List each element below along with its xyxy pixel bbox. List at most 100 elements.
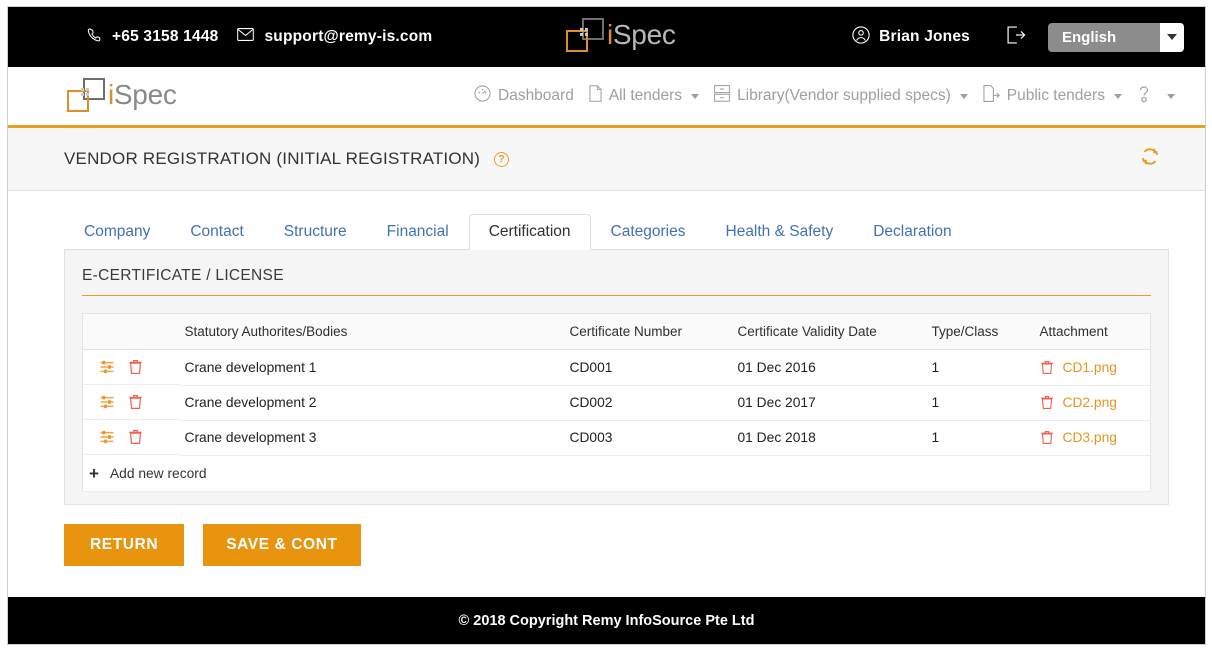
tab-health-safety[interactable]: Health & Safety [706,214,854,250]
nav-item-public-tenders[interactable]: Public tenders [983,85,1122,107]
trash-icon[interactable] [128,429,143,445]
screenshot-root: +65 3158 1448 support@remy-is.com iSpec … [0,0,1212,651]
tab-financial[interactable]: Financial [367,214,469,250]
dashboard-gauge-icon [474,85,491,107]
tab-company[interactable]: Company [64,214,170,250]
page-content: VENDOR REGISTRATION (INITIAL REGISTRATIO… [8,128,1205,597]
help-question-icon [1137,85,1151,108]
tab-contact[interactable]: Contact [170,214,263,250]
nav-links: Dashboard All tenders Library(Vendor sup… [474,67,1175,125]
add-new-record-button[interactable]: + Add new record [89,465,207,482]
trash-icon[interactable] [1040,360,1054,375]
browser-page: +65 3158 1448 support@remy-is.com iSpec … [7,6,1206,645]
tab-categories[interactable]: Categories [591,214,706,250]
cell-validity-date: 01 Dec 2016 [731,349,926,386]
row-actions [83,350,179,385]
sliders-settings-icon[interactable] [99,429,115,445]
logout-icon [1006,25,1026,49]
table-body: Crane development 1 CD001 01 Dec 2016 1 … [82,349,1151,492]
nav-label-library: Library(Vendor supplied specs) [737,87,951,104]
attachment-link[interactable]: CD3.png [1063,430,1117,445]
col-header-certificate-number: Certificate Number [563,313,732,350]
cell-validity-date: 01 Dec 2017 [731,385,926,421]
row-actions [83,420,179,455]
cell-attachment: CD3.png [1033,420,1151,456]
save-and-continue-button[interactable]: SAVE & CONT [203,523,361,566]
cell-certificate-number: CD003 [563,420,732,456]
logout-button[interactable] [1006,25,1026,49]
library-drawers-icon [714,85,731,107]
page-title-text: VENDOR REGISTRATION (INITIAL REGISTRATIO… [64,149,481,168]
cell-certificate-number: CD002 [563,385,732,421]
nav-item-dashboard[interactable]: Dashboard [474,85,574,107]
chevron-down-icon [959,93,968,99]
ispec-logo-mark-nav [67,78,105,112]
cell-authority: Crane development 1 [178,349,564,386]
language-select[interactable]: English [1048,22,1184,52]
add-new-record-label: Add new record [109,465,207,481]
add-new-record-row[interactable]: + Add new record [82,455,1151,492]
table-row: Crane development 3 CD003 01 Dec 2018 1 … [83,420,1151,456]
user-account[interactable]: Brian Jones [852,25,970,49]
col-header-actions [82,313,179,350]
sliders-settings-icon[interactable] [99,394,115,410]
language-dropdown-button[interactable] [1160,22,1184,52]
cell-type-class: 1 [925,420,1034,456]
nav-label-public-tenders: Public tenders [1006,87,1105,104]
user-name: Brian Jones [879,28,970,45]
tab-structure[interactable]: Structure [264,214,367,250]
page-title: VENDOR REGISTRATION (INITIAL REGISTRATIO… [64,149,510,169]
row-actions [83,385,179,420]
navbar-logo[interactable]: iSpec [67,78,177,112]
trash-icon[interactable] [128,394,143,410]
logo-word-spec: Spec [612,19,676,50]
support-email[interactable]: support@remy-is.com [264,28,432,46]
chevron-down-icon [1166,93,1175,99]
cell-validity-date: 01 Dec 2018 [731,420,926,456]
nav-item-library[interactable]: Library(Vendor supplied specs) [714,85,968,107]
sliders-settings-icon[interactable] [99,359,115,375]
col-header-authority: Statutory Authorites/Bodies [178,313,564,350]
trash-icon[interactable] [128,359,143,375]
topbar-logo[interactable]: iSpec [566,18,676,52]
cell-type-class: 1 [925,349,1034,386]
ispec-logo-mark [566,18,604,52]
attachment-link[interactable]: CD1.png [1063,360,1117,375]
cell-type-class: 1 [925,385,1034,421]
logo-word-spec: Spec [113,79,177,110]
ispec-logo-text-nav: iSpec [108,81,177,109]
logo-dots [81,88,91,100]
attachment-link[interactable]: CD2.png [1063,395,1117,410]
cell-certificate-number: CD001 [563,349,732,386]
table-row: Crane development 2 CD002 01 Dec 2017 1 … [83,385,1151,421]
return-button[interactable]: RETURN [64,523,185,566]
phone-number: +65 3158 1448 [112,28,219,45]
nav-item-all-tenders[interactable]: All tenders [589,85,700,107]
tab-declaration[interactable]: Declaration [853,214,971,250]
trash-icon[interactable] [1040,395,1054,410]
page-help-icon[interactable]: ? [494,151,510,167]
cell-attachment: CD1.png [1033,349,1151,386]
cell-authority: Crane development 3 [178,420,564,456]
chevron-down-icon [691,93,700,99]
table-header: Statutory Authorites/Bodies Certificate … [82,313,1151,350]
phone-icon [87,27,102,48]
cell-attachment: CD2.png [1033,385,1151,421]
nav-item-help[interactable] [1137,85,1175,108]
tab-certification[interactable]: Certification [468,214,591,250]
main-navbar: iSpec Dashboard All tenders Library(Vend… [8,67,1205,128]
document-icon [589,85,602,107]
trash-icon[interactable] [1040,430,1054,445]
nav-label-all-tenders: All tenders [608,87,683,104]
nav-label-dashboard: Dashboard [498,87,574,104]
add-new-record-cell: + Add new record [82,455,1151,492]
language-selected-value: English [1062,28,1117,46]
col-header-attachment: Attachment [1033,313,1151,350]
mail-icon [237,28,255,46]
certificate-panel: E-CERTIFICATE / LICENSE Statutory Author… [64,250,1169,505]
top-contact-bar: +65 3158 1448 support@remy-is.com iSpec … [8,7,1205,67]
ispec-logo-text: iSpec [607,21,676,49]
certificate-table: Statutory Authorites/Bodies Certificate … [82,313,1151,492]
table-row: Crane development 1 CD001 01 Dec 2016 1 … [83,349,1151,386]
refresh-icon[interactable] [1139,146,1161,173]
